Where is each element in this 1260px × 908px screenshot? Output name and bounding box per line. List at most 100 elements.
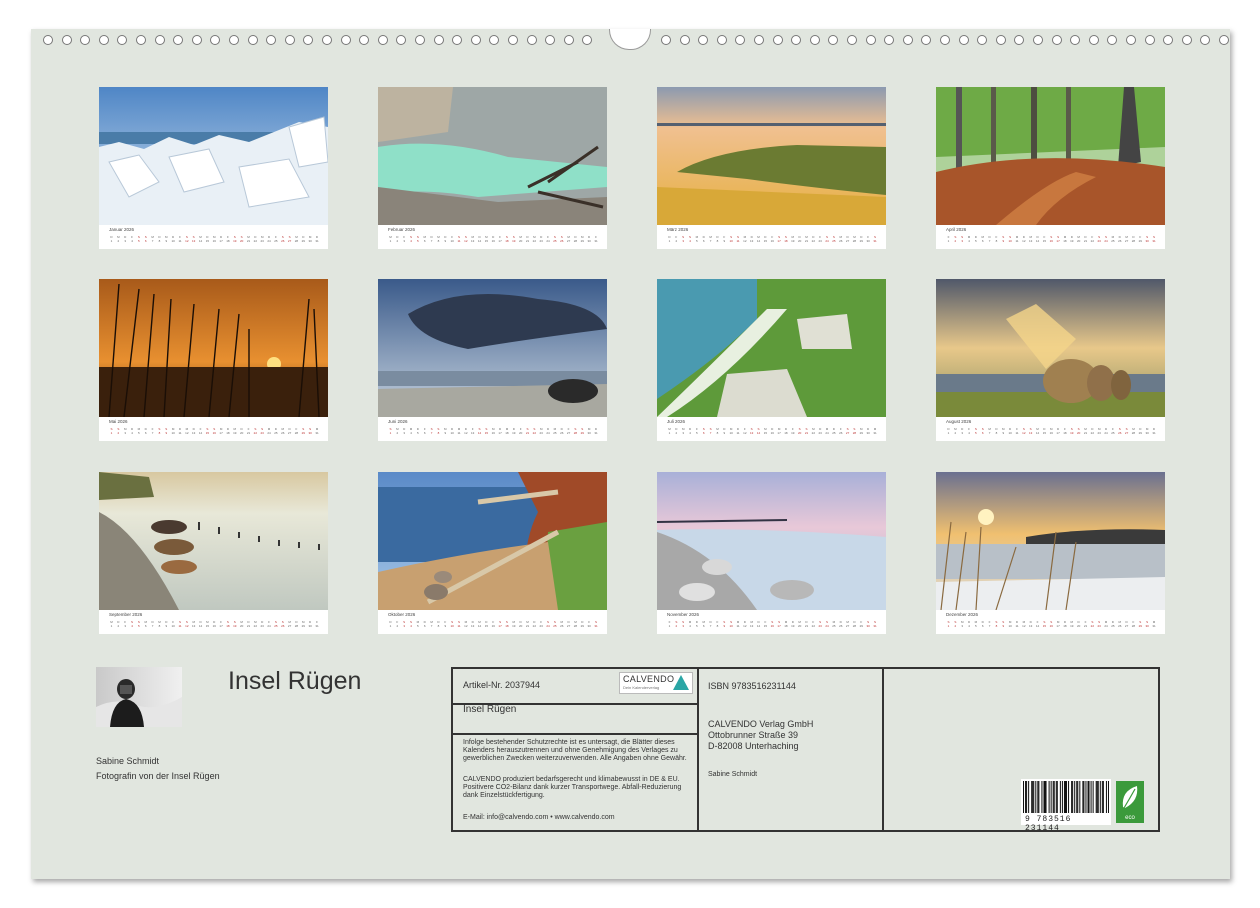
calendar-day: M 17 [219, 427, 223, 435]
calendar-day: S4 [131, 620, 134, 628]
calendar-day: M 11 [736, 620, 740, 628]
calendar-day: S 23 [1097, 620, 1101, 628]
calendar-day: D8 [995, 427, 998, 435]
barcode-bar [1072, 781, 1074, 813]
month-day-strip: S 1 S 2 M 3 D 4 M 5 D 6 F 7 S 8 S 9 M 10 D 11 M 12 D 13 F 14 S 15 S 16 M… [109, 427, 321, 439]
binding-ring [1144, 35, 1155, 45]
calendar-day: S 11 [457, 620, 461, 628]
calendar-day: M8 [437, 235, 440, 243]
calendar-day: M 27 [845, 620, 850, 628]
binding-ring [661, 35, 671, 45]
calendar-day: D 13 [192, 427, 196, 435]
publisher-city: D-82008 Unterhaching [708, 741, 799, 751]
calendar-day: D 28 [852, 620, 857, 628]
barcode-bar [1031, 781, 1033, 813]
month-page: März 2026 D 1 F 2 S 3 S 4 M 5 D 6 M 7 D 8 F 9 S 10 S 11 M 12 D 13 M… [657, 87, 886, 249]
barcode-bar [1045, 781, 1047, 813]
calendar-day: D 17 [498, 427, 502, 435]
calendar-day: D 28 [294, 620, 299, 628]
calendar-day: M9 [1002, 427, 1005, 435]
month-page: Oktober 2026 D 1 F 2 S 3 S 4 M 5 D 6 M 7 D 8 F 9 S 10 S 11 M 12 D… [378, 472, 607, 634]
binding-ring [1181, 35, 1192, 45]
binding-ring [508, 35, 518, 45]
barcode-bar [1053, 781, 1055, 813]
calendar-day: F 12 [743, 427, 747, 435]
calendar-day: M 24 [1104, 620, 1108, 628]
calendar-day: D6 [144, 427, 147, 435]
barcode-bar [1048, 781, 1050, 813]
publisher-street: Ottobrunner Straße 39 [708, 730, 799, 740]
month-page: Juli 2026 M 1 D 2 M 3 D 4 F 5 S 6 S 7 M 8 D 9 M 10 D 11 F 12 S 13 S… [657, 279, 886, 441]
barcode-bar [1043, 781, 1045, 813]
calendar-day: M 27 [287, 620, 292, 628]
calendar-day: F 20 [518, 427, 523, 435]
binding-ring [173, 35, 184, 45]
barcode: 9 783516 231144 [1021, 779, 1111, 833]
publisher-name: CALVENDO Verlag GmbH [708, 719, 814, 729]
calendar-day: F 14 [1035, 620, 1040, 628]
calendar-day: S8 [995, 620, 998, 628]
calendar-day: S 29 [301, 427, 305, 435]
calendar-day: F9 [723, 235, 726, 243]
calendar-day: M 22 [253, 620, 258, 628]
binding-ring [43, 35, 53, 45]
calendar-day: M 25 [553, 427, 557, 435]
binding-ring [735, 35, 746, 45]
calendar-day: S 17 [777, 620, 781, 628]
binding-ring [1126, 35, 1136, 45]
calendar-day: S3 [682, 235, 685, 243]
calendar-day: M 18 [1063, 235, 1067, 243]
binding-ring [470, 35, 481, 45]
photographer-credit: Sabine Schmidt [708, 771, 758, 778]
calendar-day: D 24 [267, 235, 271, 243]
calendar-day: M 29 [580, 235, 584, 243]
month-label: Januar 2026 [109, 227, 135, 232]
calendar-day: S 30 [308, 427, 312, 435]
calendar-day: F 15 [763, 620, 768, 628]
calendar-day: D 14 [756, 620, 761, 628]
calendar-day: S 26 [281, 235, 285, 243]
calendar-day: S 22 [1090, 620, 1095, 628]
calendar-day: D 10 [171, 235, 175, 243]
binding-ring [754, 35, 764, 45]
calendar-day: F4 [131, 235, 133, 243]
month-day-strip: D 1 F 2 S 3 S 4 M 5 D 6 M 7 D 8 F 9 S 10 S 11 M 12 D 13 M 14 D 15 F 16 S… [667, 235, 879, 247]
calendar-day: F2 [396, 620, 399, 628]
calendar-day: S4 [410, 620, 413, 628]
barcode-bar [1025, 781, 1027, 813]
calendar-day: M 29 [301, 620, 305, 628]
barcode-bar [1079, 781, 1081, 813]
calendar-day: D 25 [832, 427, 836, 435]
month-day-strip: S 1 S 2 M 3 D 4 M 5 D 6 F 7 S 8 S 9 M 10 D 11 M 12 D 13 F 14 S 15 S 16 M… [946, 620, 1158, 632]
calendar-day: D 14 [477, 235, 482, 243]
month-photo [657, 472, 886, 610]
calendar-day: D 13 [471, 620, 475, 628]
calendar-day: D 30 [587, 235, 591, 243]
barcode-number: 9 783516 231144 [1025, 815, 1072, 833]
barcode-bar [1095, 781, 1097, 813]
calendar-day: S 18 [505, 620, 509, 628]
month-photo [936, 472, 1165, 610]
binding-ring [865, 35, 876, 45]
calendar-day: F 24 [267, 620, 271, 628]
calendar-day: D 12 [1022, 235, 1026, 243]
calendar-day: D3 [124, 235, 127, 243]
calendar-day: D9 [723, 427, 726, 435]
calendar-day: M 23 [260, 235, 264, 243]
contact-line: E-Mail: info@calvendo.com • www.calvendo… [463, 814, 615, 821]
calendar-day: M 14 [198, 235, 203, 243]
calendar-day: D 22 [1090, 427, 1095, 435]
month-photo [378, 87, 607, 225]
calendar-day: M1 [389, 235, 392, 243]
binding-ring [902, 35, 913, 45]
binding-ring [1051, 35, 1062, 45]
calendar-day: D 21 [1083, 235, 1088, 243]
calendar-day: M 26 [1118, 620, 1122, 628]
calendar-day: S 19 [512, 235, 516, 243]
binding-ring [884, 35, 895, 45]
calendar-day: M 15 [763, 427, 768, 435]
barcode-bar [1102, 781, 1104, 813]
calendar-day: F 11 [178, 235, 182, 243]
barcode-bar [1033, 781, 1035, 813]
calendar-day: S 30 [1145, 620, 1149, 628]
